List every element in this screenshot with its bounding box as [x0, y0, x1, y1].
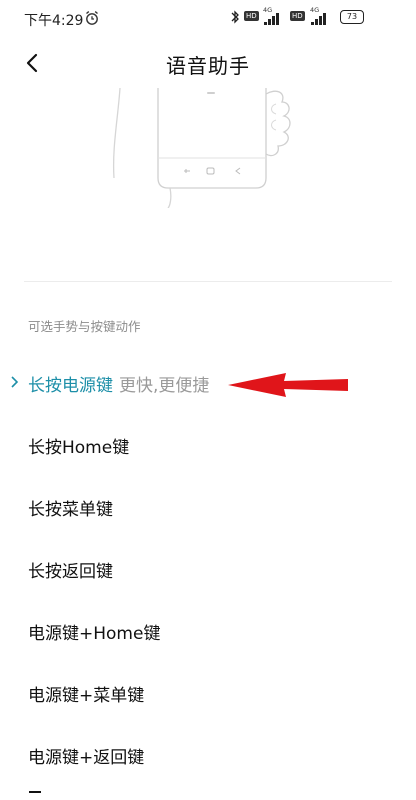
status-bar: 下午4:29 HD 4G HD 4G 73	[0, 0, 416, 38]
status-right: HD 4G HD 4G 73	[230, 6, 390, 29]
option-label: 电源键+Home键	[28, 624, 161, 644]
signal-icon-1	[264, 13, 279, 25]
option-long-press-back[interactable]: 长按返回键	[0, 541, 416, 597]
alarm-icon	[86, 11, 98, 25]
cut-off-glyph	[29, 791, 41, 793]
signal-icon-2	[311, 13, 326, 25]
option-power-plus-back[interactable]: 电源键+返回键	[0, 727, 416, 783]
hd-badge-1: HD	[244, 11, 259, 21]
divider	[24, 281, 392, 282]
battery-icon: 73	[340, 10, 364, 24]
option-hint: 更快,更便捷	[119, 376, 210, 396]
gesture-illustration	[112, 88, 291, 208]
partial-option-cut-off	[28, 786, 42, 800]
option-label: 长按返回键	[28, 562, 113, 582]
option-long-press-menu[interactable]: 长按菜单键	[0, 479, 416, 535]
option-title: 长按电源键	[28, 376, 113, 396]
header: 语音助手	[0, 38, 416, 88]
option-label: 电源键+返回键	[28, 748, 145, 768]
status-time: 下午4:29	[24, 13, 84, 29]
chevron-right-icon	[11, 376, 19, 388]
section-label: 可选手势与按键动作	[28, 319, 141, 334]
option-long-press-home[interactable]: 长按Home键	[0, 417, 416, 473]
option-label: 电源键+菜单键	[28, 686, 145, 706]
option-power-plus-menu[interactable]: 电源键+菜单键	[0, 665, 416, 721]
red-arrow-annotation	[228, 373, 348, 397]
option-label: 长按Home键	[28, 438, 130, 458]
hd-badge-2: HD	[290, 11, 305, 21]
option-long-press-power[interactable]: 长按电源键 更快,更便捷	[0, 355, 416, 411]
option-label: 长按菜单键	[28, 500, 113, 520]
page-title: 语音助手	[166, 54, 250, 78]
option-power-plus-home[interactable]: 电源键+Home键	[0, 603, 416, 659]
option-label: 长按电源键 更快,更便捷	[28, 371, 209, 396]
bluetooth-icon	[231, 10, 239, 24]
